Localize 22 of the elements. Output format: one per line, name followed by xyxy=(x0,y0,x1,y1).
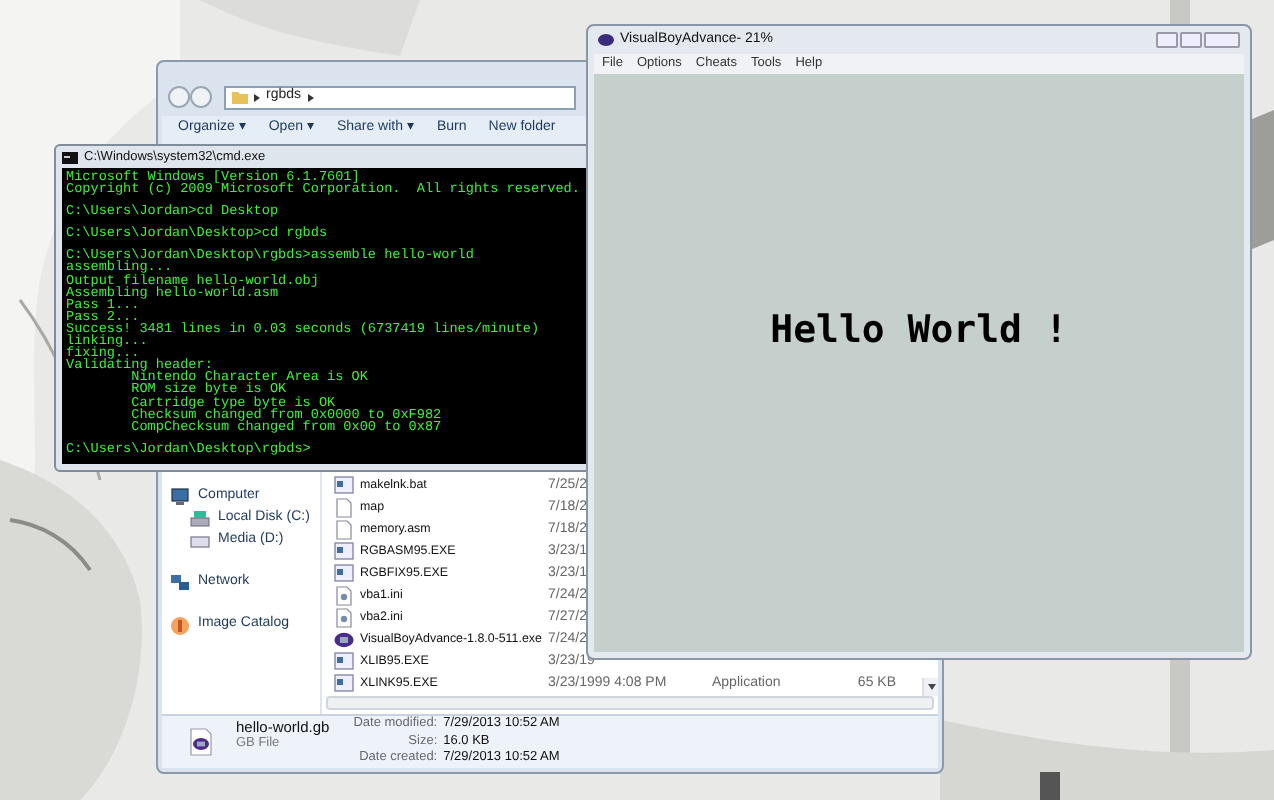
disk-icon xyxy=(190,510,210,528)
scroll-down-button[interactable] xyxy=(922,678,938,696)
scrollbar[interactable] xyxy=(326,696,934,710)
program-icon xyxy=(334,542,354,560)
catalog-icon xyxy=(170,615,190,635)
program-icon xyxy=(334,476,354,494)
minimize-button[interactable] xyxy=(1156,32,1178,48)
screen-text: Hello World ! xyxy=(770,306,1068,357)
folder-icon xyxy=(232,90,248,104)
computer-icon xyxy=(170,488,190,506)
maximize-button[interactable] xyxy=(1180,32,1202,48)
back-button[interactable] xyxy=(168,86,190,108)
program-icon xyxy=(334,652,354,670)
close-button[interactable] xyxy=(1204,32,1240,48)
chevron-icon xyxy=(254,93,260,101)
chevron-icon xyxy=(307,93,314,101)
drive-icon xyxy=(190,535,210,547)
program-icon xyxy=(334,564,354,582)
network-icon xyxy=(170,574,190,592)
game-file-icon xyxy=(190,728,212,756)
program-icon xyxy=(334,674,354,692)
forward-button[interactable] xyxy=(190,86,212,108)
